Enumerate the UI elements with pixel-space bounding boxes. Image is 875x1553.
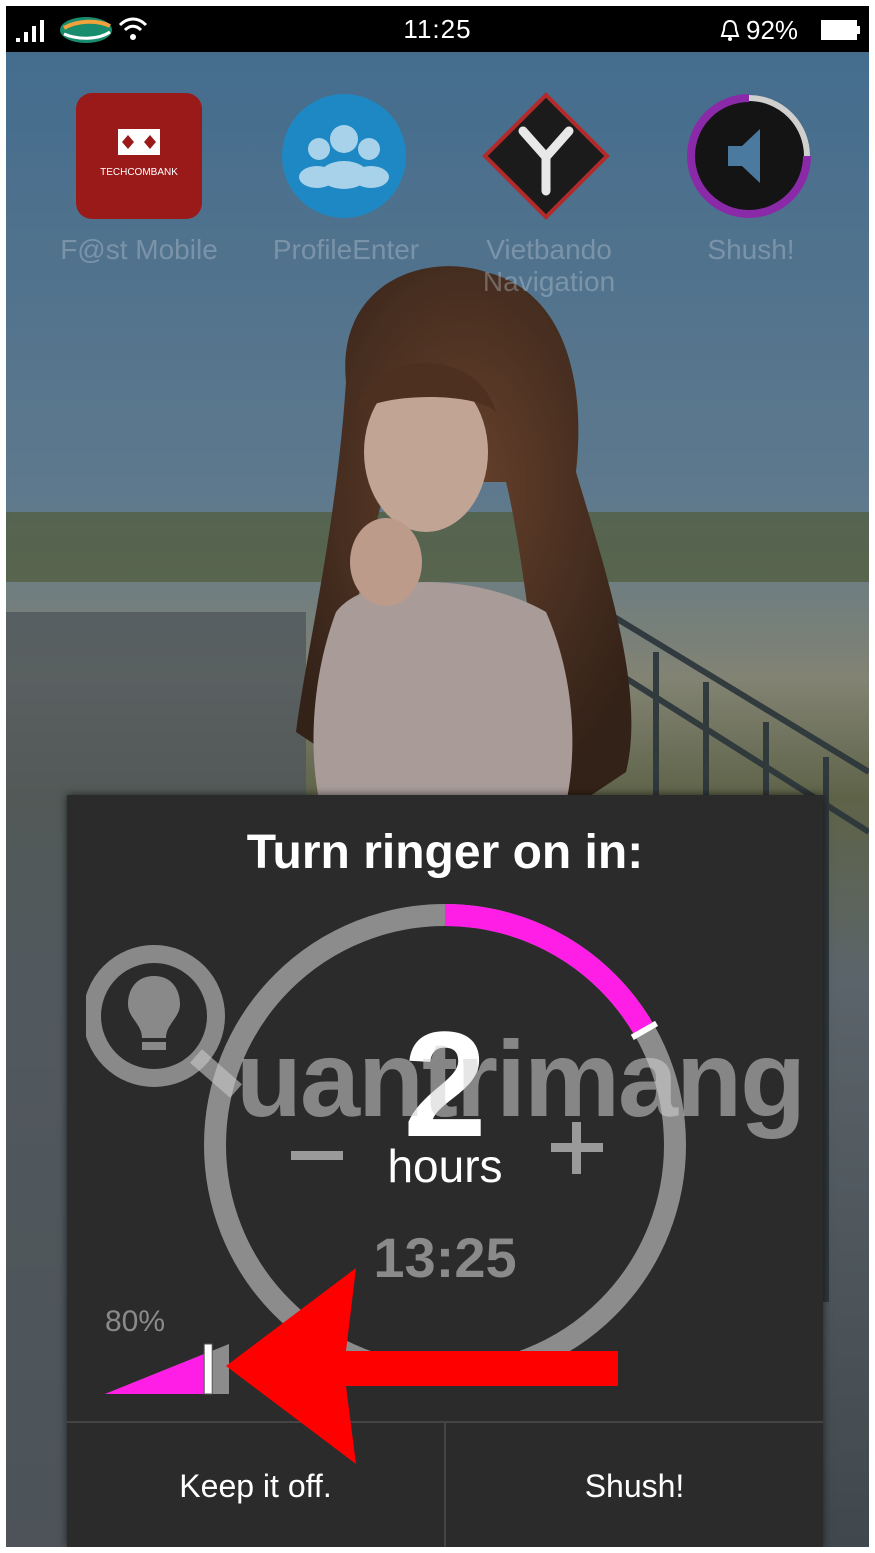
battery-icon <box>821 20 860 40</box>
profile-people-icon[interactable] <box>279 91 409 221</box>
navigation-diamond-icon[interactable] <box>481 91 611 221</box>
volume-slider[interactable] <box>103 1340 233 1396</box>
keep-it-off-button[interactable]: Keep it off. <box>67 1423 446 1547</box>
app-label-vietbando-navigation: Vietbando Navigation <box>482 234 616 297</box>
hours-value: 2 <box>403 1000 487 1168</box>
increase-hours-button[interactable] <box>547 1117 607 1177</box>
volume-percent-label: 80% <box>105 1305 166 1338</box>
alarm-icon <box>720 19 740 41</box>
plus-icon <box>551 1122 603 1174</box>
shush-button[interactable]: Shush! <box>446 1423 823 1547</box>
dialog-button-row: Keep it off. Shush! <box>67 1421 823 1547</box>
techcombank-icon[interactable]: TECHCOMBANK <box>74 91 204 221</box>
minus-icon <box>291 1151 343 1160</box>
ringer-on-time: 13:25 <box>373 1226 517 1289</box>
shush-speaker-icon[interactable] <box>684 91 814 221</box>
battery-percent: 92% <box>746 15 799 45</box>
techcombank-logo-text: TECHCOMBANK <box>100 167 178 178</box>
volume-thumb[interactable] <box>203 1343 213 1395</box>
app-label-shush: Shush! <box>707 234 795 265</box>
app-label-fast-mobile: F@st Mobile <box>60 234 218 265</box>
ringer-dialog: Turn ringer on in: 2 hours 13:25 80% Kee… <box>67 795 823 1547</box>
decrease-hours-button[interactable] <box>287 1135 347 1175</box>
volume-fill <box>105 1354 205 1394</box>
phone-screen: 11:25 92% TECHCOMBANK F@st Mobile Profil… <box>6 6 869 1547</box>
hours-unit-label: hours <box>387 1140 503 1192</box>
status-bar: 11:25 92% <box>6 6 869 52</box>
app-label-profile-enter: ProfileEnter <box>272 234 420 265</box>
